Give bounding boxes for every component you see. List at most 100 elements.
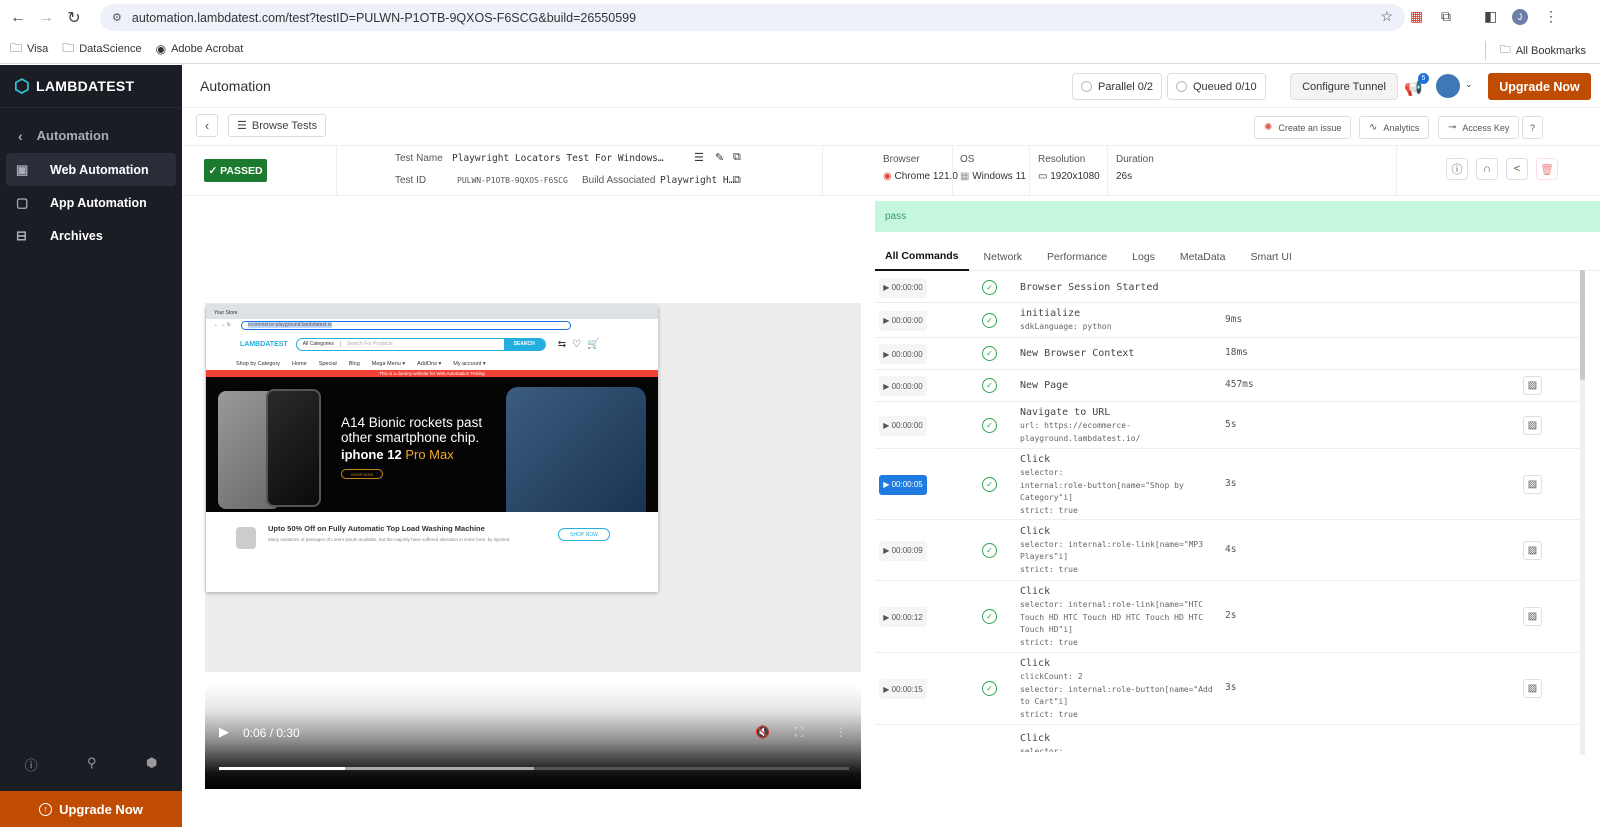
command-timestamp-button[interactable]: ▶ 00:00:12 <box>879 607 927 627</box>
command-timestamp-button[interactable]: ▶ 00:00:00 <box>879 277 927 298</box>
command-timestamp-button[interactable]: ▶ 00:00:09 <box>879 540 927 561</box>
command-row[interactable]: ▶ 00:00:00 ✓ initialize sdkLanguage: python… <box>875 303 1585 338</box>
extension-icon[interactable]: ▦ <box>1410 8 1423 25</box>
command-name: Click <box>1020 732 1051 744</box>
command-name: Browser Session Started <box>1020 281 1159 293</box>
upgrade-now-button[interactable]: Upgrade Now <box>1488 73 1591 100</box>
queued-indicator[interactable]: Queued 0/10 <box>1167 73 1266 100</box>
copy-icon[interactable]: ⧉ <box>733 151 741 164</box>
command-row[interactable]: ▶ 00:00:05 ✓ Click selector: internal:role-b… <box>875 449 1585 520</box>
configure-tunnel-button[interactable]: Configure Tunnel <box>1290 73 1398 100</box>
view-screenshot-icon[interactable]: ▨ <box>1523 607 1542 626</box>
radio-icon <box>1081 81 1092 92</box>
command-row[interactable]: ▶ 00:00:15 ✓ Click clickCount: 2 selector: i… <box>875 653 1585 725</box>
bookmark-star-icon[interactable]: ☆ <box>1380 8 1393 25</box>
sidebar-back-automation[interactable]: ‹ Automation <box>0 118 182 153</box>
forward-arrow-icon[interactable]: → <box>32 9 60 27</box>
help-icon[interactable]: ⓘ <box>25 755 38 774</box>
command-duration: 3s <box>1225 477 1237 489</box>
command-row[interactable]: ▶ 00:00:00 ✓ Navigate to URL url: https://e… <box>875 402 1585 449</box>
command-row[interactable]: ▶ 00:00:09 ✓ Click selector: internal:role-… <box>875 520 1585 581</box>
parallel-indicator[interactable]: Parallel 0/2 <box>1072 73 1163 100</box>
copy-icon[interactable]: ⧉ <box>733 174 741 187</box>
command-row[interactable]: ▶ 00:00:00 ✓ Browser Session Started <box>875 272 1585 303</box>
all-bookmarks[interactable]: 🗀 All Bookmarks <box>1484 41 1586 60</box>
extensions-puzzle-icon[interactable]: ⧉ <box>1441 8 1451 25</box>
command-timestamp-button[interactable]: ▶ 00:00:15 <box>879 679 927 699</box>
share-icon[interactable]: < <box>1506 158 1528 180</box>
create-issue-button[interactable]: ✺ Create an issue <box>1254 116 1352 139</box>
tab-metadata[interactable]: MetaData <box>1170 242 1236 271</box>
commands-scrollbar[interactable] <box>1580 270 1585 755</box>
command-timestamp-button[interactable]: ▶ 00:00:00 <box>879 310 927 331</box>
video-player[interactable]: ▶ 0:06 / 0:30 🔇 ⛶ ⋮ <box>205 685 861 789</box>
command-row[interactable]: Click selector: <box>875 725 1585 752</box>
help-button[interactable]: ? <box>1522 116 1544 139</box>
command-arg: selector: internal:role-link[name="MP3 <box>1020 539 1204 549</box>
mute-icon[interactable]: 🔇 <box>755 725 770 739</box>
integrations-icon[interactable]: ⬢ <box>146 755 157 774</box>
edit-pencil-icon[interactable]: ✎ <box>715 151 724 164</box>
view-screenshot-icon[interactable]: ▨ <box>1523 415 1542 435</box>
build-value[interactable]: Playwright H… <box>660 175 734 186</box>
view-screenshot-icon[interactable]: ▨ <box>1523 376 1542 395</box>
browse-tests-button[interactable]: ☰ Browse Tests <box>228 114 327 137</box>
command-row[interactable]: ▶ 00:00:00 ✓ New Page 457ms ▨ <box>875 370 1585 402</box>
analytics-button[interactable]: ∿ Analytics <box>1359 116 1430 139</box>
tab-all-commands[interactable]: All Commands <box>875 242 969 271</box>
ss-promo-button: SHOP NOW <box>558 528 610 541</box>
site-settings-icon[interactable]: ⚙ <box>112 11 122 24</box>
success-check-icon: ✓ <box>982 312 997 328</box>
command-name: Click <box>1020 658 1051 669</box>
command-duration: 4s <box>1225 543 1237 555</box>
globe-icon: ◉ <box>155 42 167 56</box>
bookmark-datascience[interactable]: 🗀 DataScience <box>62 39 141 60</box>
back-arrow-icon[interactable]: ← <box>4 9 32 27</box>
back-button[interactable]: ‹ <box>196 114 218 137</box>
command-timestamp-button[interactable]: ▶ 00:00:00 <box>879 415 927 436</box>
sidebar-upgrade-button[interactable]: ↑ Upgrade Now <box>0 791 182 827</box>
tab-network[interactable]: Network <box>974 242 1033 271</box>
captured-screenshot[interactable]: Your Store ← → ↻ ecommerce-playground.lam… <box>206 306 658 592</box>
command-row[interactable]: ▶ 00:00:00 ✓ New Browser Context 18ms <box>875 338 1585 370</box>
command-row[interactable]: ▶ 00:00:12 ✓ Click selector: internal:role-… <box>875 581 1585 653</box>
magnet-icon[interactable]: ∩ <box>1476 158 1498 180</box>
ss-nav-item: My account ▾ <box>453 360 486 367</box>
view-screenshot-icon[interactable]: ▨ <box>1523 540 1542 560</box>
command-timestamp-button[interactable]: ▶ 00:00:00 <box>879 376 927 396</box>
profile-avatar[interactable]: J <box>1512 9 1528 25</box>
browser-menu-icon[interactable]: ⋮ <box>1544 8 1558 25</box>
tab-performance[interactable]: Performance <box>1037 242 1117 271</box>
user-avatar[interactable] <box>1436 74 1460 98</box>
chevron-down-icon[interactable]: ⌄ <box>1465 79 1473 90</box>
info-icon[interactable]: ⓘ <box>1446 158 1468 180</box>
sidebar-item-app-automation[interactable]: ▢ App Automation <box>6 186 176 219</box>
more-options-icon[interactable]: ⋮ <box>835 725 847 739</box>
bookmark-visa[interactable]: 🗀 Visa <box>10 39 48 60</box>
sidebar-item-web-automation[interactable]: ▣ Web Automation <box>6 153 176 186</box>
bookmark-adobe-acrobat[interactable]: ◉ Adobe Acrobat <box>156 42 244 56</box>
delete-icon[interactable]: 🗑 <box>1536 158 1558 180</box>
test-list-icon[interactable]: ☰ <box>694 151 704 164</box>
scrollbar-thumb[interactable] <box>1580 270 1585 380</box>
side-panel-icon[interactable]: ◧ <box>1484 8 1497 25</box>
reload-icon[interactable]: ↻ <box>60 8 88 28</box>
tab-logs[interactable]: Logs <box>1122 242 1165 271</box>
command-timestamp-button[interactable]: ▶ 00:00:05 <box>879 474 927 495</box>
tab-smart-ui[interactable]: Smart UI <box>1240 242 1301 271</box>
address-bar[interactable]: ⚙ automation.lambdatest.com/test?testID=… <box>100 4 1405 31</box>
brand-logo[interactable]: ⬡ LAMBDATEST <box>0 65 182 108</box>
divider <box>822 146 823 196</box>
key-icon[interactable]: ⚲ <box>87 755 97 774</box>
fullscreen-icon[interactable]: ⛶ <box>795 725 803 740</box>
sidebar-item-archives[interactable]: ⊟ Archives <box>6 219 176 252</box>
command-timestamp-button[interactable]: ▶ 00:00:00 <box>879 344 927 364</box>
video-time: 0:06 / 0:30 <box>243 726 300 740</box>
view-screenshot-icon[interactable]: ▨ <box>1523 474 1542 494</box>
view-screenshot-icon[interactable]: ▨ <box>1523 679 1542 698</box>
url-text[interactable]: automation.lambdatest.com/test?testID=PU… <box>132 11 636 25</box>
commands-list: ▶ 00:00:00 ✓ Browser Session Started ▶ 00:0… <box>875 272 1585 752</box>
play-icon[interactable]: ▶ <box>219 724 229 740</box>
video-progress-bar[interactable] <box>219 767 849 770</box>
access-key-button[interactable]: ⊸ Access Key <box>1438 116 1520 139</box>
